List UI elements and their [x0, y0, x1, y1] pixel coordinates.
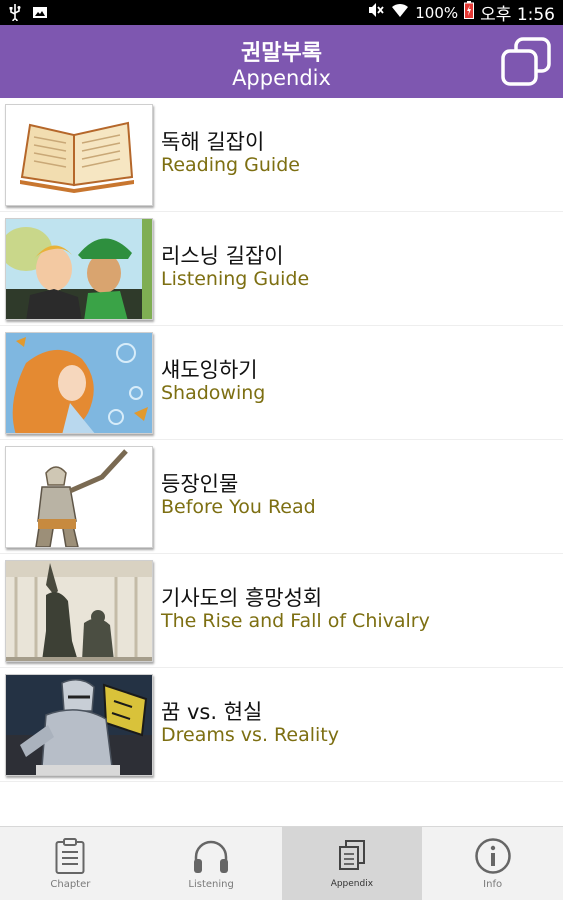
- thumbnail-don-quixote: [5, 446, 153, 548]
- tab-label: Listening: [188, 879, 234, 890]
- item-title-en: The Rise and Fall of Chivalry: [161, 610, 430, 632]
- windows-icon: [501, 37, 551, 86]
- tab-label: Appendix: [330, 879, 374, 889]
- item-title-ko: 독해 길잡이: [161, 130, 265, 154]
- tab-chapter[interactable]: Chapter: [0, 827, 141, 900]
- wifi-icon: [391, 2, 409, 23]
- list-item-dreams-vs-reality[interactable]: 꿈 vs. 현실 Dreams vs. Reality: [0, 668, 563, 782]
- item-title-en: Before You Read: [161, 496, 316, 518]
- item-title-en: Reading Guide: [161, 154, 300, 176]
- thumbnail-armored-knight: [5, 674, 153, 776]
- list-item-rise-and-fall-of-chivalry[interactable]: 기사도의 흥망성회 The Rise and Fall of Chivalry: [0, 554, 563, 668]
- page-subtitle: Appendix: [232, 66, 331, 90]
- item-title-en: Shadowing: [161, 382, 266, 404]
- clipboard-icon: [55, 838, 85, 874]
- battery-icon: [464, 1, 475, 24]
- list-item-before-you-read[interactable]: 등장인물 Before You Read: [0, 440, 563, 554]
- pages-icon: [338, 840, 365, 870]
- item-title-en: Listening Guide: [161, 268, 310, 290]
- list-item-reading-guide[interactable]: 독해 길잡이 Reading Guide: [0, 98, 563, 212]
- headphones-icon: [194, 840, 229, 873]
- thumbnail-knight-statue: [5, 560, 153, 662]
- appendix-list: 독해 길잡이 Reading Guide 리스닝 길잡이 Listening G…: [0, 98, 563, 782]
- status-bar: 100% 오후 1:56: [0, 0, 563, 25]
- list-item-shadowing[interactable]: 섀도잉하기 Shadowing: [0, 326, 563, 440]
- status-indicators: 100% 오후 1:56: [367, 1, 555, 25]
- item-title-ko: 리스닝 길잡이: [161, 244, 284, 268]
- item-title-ko: 꿈 vs. 현실: [161, 700, 263, 724]
- usb-icon: [8, 3, 22, 25]
- thumbnail-two-boys: [5, 218, 153, 320]
- item-title-ko: 등장인물: [161, 472, 239, 496]
- list-item-listening-guide[interactable]: 리스닝 길잡이 Listening Guide: [0, 212, 563, 326]
- tab-appendix[interactable]: Appendix: [281, 827, 423, 900]
- page-title: 권말부록: [241, 41, 322, 66]
- item-title-ko: 섀도잉하기: [161, 358, 258, 382]
- app-header: 권말부록 Appendix: [0, 25, 563, 98]
- thumbnail-open-book: [5, 104, 153, 206]
- tab-info[interactable]: Info: [422, 827, 563, 900]
- tab-listening[interactable]: Listening: [141, 827, 282, 900]
- tab-label: Chapter: [50, 879, 91, 890]
- battery-percent: 100%: [415, 3, 459, 22]
- item-title-ko: 기사도의 흥망성회: [161, 586, 323, 610]
- notification-icons: [8, 3, 48, 25]
- bottom-nav: Chapter Listening Appendix Info: [0, 826, 563, 900]
- tab-label: Info: [483, 879, 503, 890]
- mute-icon: [367, 2, 385, 23]
- thumbnail-girl-underwater: [5, 332, 153, 434]
- multi-window-button[interactable]: [499, 36, 553, 88]
- clock: 오후 1:56: [480, 5, 555, 25]
- gallery-icon: [32, 4, 48, 24]
- info-icon: [474, 838, 511, 874]
- item-title-en: Dreams vs. Reality: [161, 724, 339, 746]
